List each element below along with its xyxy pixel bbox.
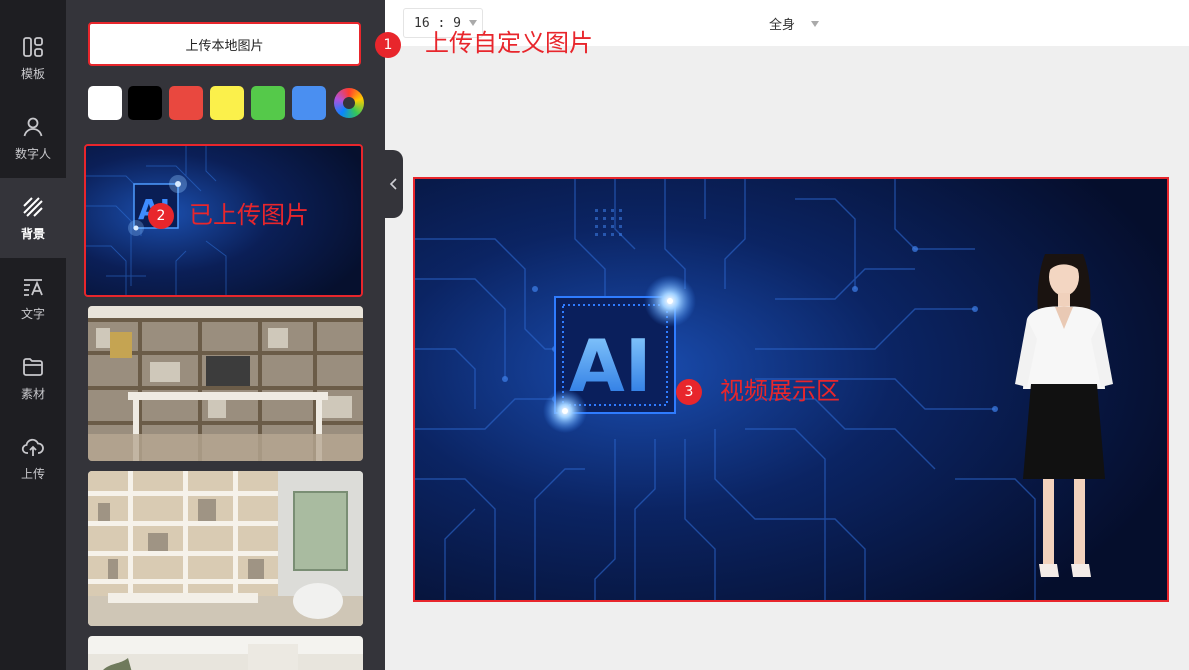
nav-item-digital-human[interactable]: 数字人 bbox=[0, 98, 66, 178]
nav-item-upload[interactable]: 上传 bbox=[0, 418, 66, 498]
nav-item-materials[interactable]: 素材 bbox=[0, 338, 66, 418]
panel-collapse-handle[interactable] bbox=[385, 150, 403, 218]
color-swatch-yellow[interactable] bbox=[210, 86, 244, 120]
color-swatch-red[interactable] bbox=[169, 86, 203, 120]
annotation-badge-3: 3 bbox=[676, 379, 702, 405]
color-swatch-black[interactable] bbox=[128, 86, 162, 120]
study-room-thumbnail-image bbox=[88, 471, 363, 626]
video-chip-text: AI bbox=[569, 324, 652, 408]
background-thumbnail-study-room[interactable] bbox=[88, 471, 363, 626]
upload-local-image-button[interactable]: 上传本地图片 bbox=[88, 22, 361, 66]
color-swatch-white[interactable] bbox=[88, 86, 122, 120]
color-swatch-blue[interactable] bbox=[292, 86, 326, 120]
nav-label-text: 文字 bbox=[20, 306, 45, 321]
office-thumbnail-image bbox=[88, 306, 363, 461]
nav-item-background[interactable]: 背景 bbox=[0, 178, 66, 258]
color-swatch-green[interactable] bbox=[251, 86, 285, 120]
color-wheel-icon[interactable] bbox=[334, 88, 364, 118]
left-nav-rail: 模板 数字人 背景 文字 素材 上传 bbox=[0, 0, 66, 670]
nav-label-materials: 素材 bbox=[20, 386, 45, 401]
nav-label-upload: 上传 bbox=[20, 466, 45, 481]
body-mode-select[interactable]: 全身 bbox=[769, 14, 820, 33]
curtain-room-thumbnail-image bbox=[88, 636, 363, 670]
template-icon bbox=[23, 36, 43, 57]
background-thumbnail-curtain-room[interactable] bbox=[88, 636, 363, 670]
person-icon bbox=[23, 117, 43, 136]
nav-item-text[interactable]: 文字 bbox=[0, 258, 66, 338]
text-icon bbox=[24, 278, 43, 296]
background-panel: 上传本地图片 AI bbox=[66, 0, 385, 670]
annotation-text-1: 上传自定义图片 bbox=[425, 29, 593, 57]
folder-icon bbox=[23, 357, 43, 376]
background-icon bbox=[23, 196, 43, 217]
annotation-text-2: 已上传图片 bbox=[189, 201, 309, 229]
nav-item-template[interactable]: 模板 bbox=[0, 18, 66, 98]
nav-label-template: 模板 bbox=[20, 66, 45, 81]
dropdown-arrow-icon bbox=[468, 20, 477, 26]
chevron-left-icon bbox=[389, 178, 397, 190]
background-thumbnail-office[interactable] bbox=[88, 306, 363, 461]
annotation-text-3: 视频展示区 bbox=[720, 377, 840, 405]
annotation-badge-1: 1 bbox=[375, 32, 401, 58]
upload-cloud-icon bbox=[21, 438, 44, 456]
nav-label-digital-human: 数字人 bbox=[14, 146, 51, 161]
nav-label-background: 背景 bbox=[20, 226, 45, 241]
body-mode-value: 全身 bbox=[769, 18, 796, 33]
annotation-badge-2: 2 bbox=[148, 203, 174, 229]
dropdown-arrow-icon bbox=[811, 20, 820, 27]
